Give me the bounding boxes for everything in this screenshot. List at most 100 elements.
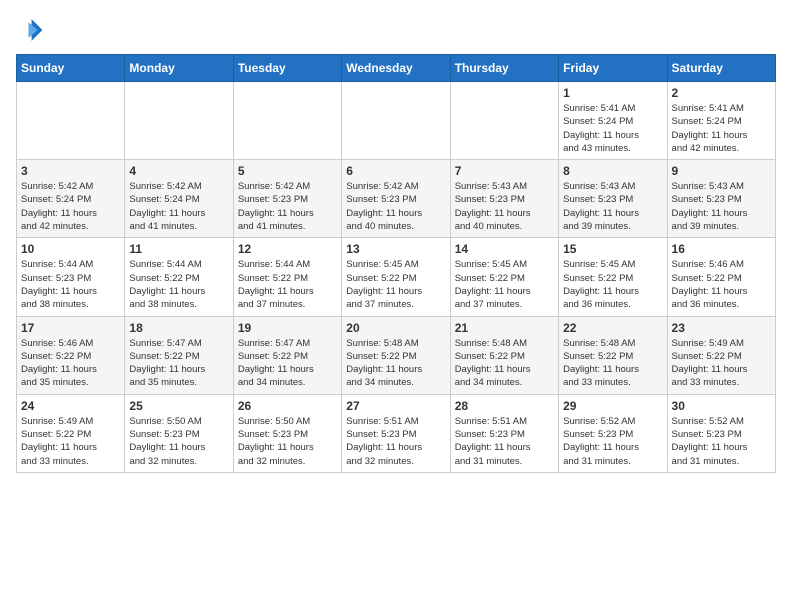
calendar-cell xyxy=(233,82,341,160)
day-info: Sunrise: 5:45 AM Sunset: 5:22 PM Dayligh… xyxy=(563,258,662,311)
day-info: Sunrise: 5:44 AM Sunset: 5:22 PM Dayligh… xyxy=(238,258,337,311)
calendar-cell: 25 Sunrise: 5:50 AM Sunset: 5:23 PM Dayli… xyxy=(125,394,233,472)
calendar-cell xyxy=(342,82,450,160)
day-number: 2 xyxy=(672,86,771,100)
day-number: 8 xyxy=(563,164,662,178)
weekday-header-saturday: Saturday xyxy=(667,55,775,82)
calendar-cell: 6 Sunrise: 5:42 AM Sunset: 5:23 PM Daylig… xyxy=(342,160,450,238)
calendar-cell: 5 Sunrise: 5:42 AM Sunset: 5:23 PM Daylig… xyxy=(233,160,341,238)
calendar-cell: 2Sunrise: 5:41 AM Sunset: 5:24 PM Daylig… xyxy=(667,82,775,160)
calendar-cell: 26 Sunrise: 5:50 AM Sunset: 5:23 PM Dayli… xyxy=(233,394,341,472)
calendar-cell: 23 Sunrise: 5:49 AM Sunset: 5:22 PM Dayli… xyxy=(667,316,775,394)
day-info: Sunrise: 5:51 AM Sunset: 5:23 PM Dayligh… xyxy=(346,415,445,468)
day-info: Sunrise: 5:52 AM Sunset: 5:23 PM Dayligh… xyxy=(672,415,771,468)
calendar-cell: 3 Sunrise: 5:42 AM Sunset: 5:24 PM Daylig… xyxy=(17,160,125,238)
calendar-cell: 19 Sunrise: 5:47 AM Sunset: 5:22 PM Dayli… xyxy=(233,316,341,394)
weekday-header-friday: Friday xyxy=(559,55,667,82)
day-info: Sunrise: 5:45 AM Sunset: 5:22 PM Dayligh… xyxy=(346,258,445,311)
day-number: 21 xyxy=(455,321,554,335)
calendar-cell: 21 Sunrise: 5:48 AM Sunset: 5:22 PM Dayli… xyxy=(450,316,558,394)
day-info: Sunrise: 5:47 AM Sunset: 5:22 PM Dayligh… xyxy=(238,337,337,390)
day-info: Sunrise: 5:49 AM Sunset: 5:22 PM Dayligh… xyxy=(21,415,120,468)
calendar-cell: 17 Sunrise: 5:46 AM Sunset: 5:22 PM Dayli… xyxy=(17,316,125,394)
day-number: 4 xyxy=(129,164,228,178)
calendar-header: SundayMondayTuesdayWednesdayThursdayFrid… xyxy=(17,55,776,82)
calendar-week-1: 1 Sunrise: 5:41 AM Sunset: 5:24 PM Daylig… xyxy=(17,82,776,160)
day-info: Sunrise: 5:45 AM Sunset: 5:22 PM Dayligh… xyxy=(455,258,554,311)
calendar-cell: 8 Sunrise: 5:43 AM Sunset: 5:23 PM Daylig… xyxy=(559,160,667,238)
day-number: 10 xyxy=(21,242,120,256)
day-info: Sunrise: 5:50 AM Sunset: 5:23 PM Dayligh… xyxy=(238,415,337,468)
weekday-header-sunday: Sunday xyxy=(17,55,125,82)
calendar-cell: 9Sunrise: 5:43 AM Sunset: 5:23 PM Daylig… xyxy=(667,160,775,238)
day-info: Sunrise: 5:44 AM Sunset: 5:22 PM Dayligh… xyxy=(129,258,228,311)
calendar-table: SundayMondayTuesdayWednesdayThursdayFrid… xyxy=(16,54,776,473)
day-info: Sunrise: 5:46 AM Sunset: 5:22 PM Dayligh… xyxy=(672,258,771,311)
day-number: 6 xyxy=(346,164,445,178)
calendar-cell: 18 Sunrise: 5:47 AM Sunset: 5:22 PM Dayli… xyxy=(125,316,233,394)
day-info: Sunrise: 5:43 AM Sunset: 5:23 PM Dayligh… xyxy=(563,180,662,233)
day-info: Sunrise: 5:43 AM Sunset: 5:23 PM Dayligh… xyxy=(455,180,554,233)
calendar-week-4: 17 Sunrise: 5:46 AM Sunset: 5:22 PM Dayli… xyxy=(17,316,776,394)
day-number: 24 xyxy=(21,399,120,413)
calendar-cell xyxy=(125,82,233,160)
day-number: 18 xyxy=(129,321,228,335)
calendar-week-2: 3 Sunrise: 5:42 AM Sunset: 5:24 PM Daylig… xyxy=(17,160,776,238)
calendar-cell: 22 Sunrise: 5:48 AM Sunset: 5:22 PM Dayli… xyxy=(559,316,667,394)
day-info: Sunrise: 5:51 AM Sunset: 5:23 PM Dayligh… xyxy=(455,415,554,468)
day-number: 27 xyxy=(346,399,445,413)
day-number: 23 xyxy=(672,321,771,335)
day-number: 3 xyxy=(21,164,120,178)
calendar-cell: 4 Sunrise: 5:42 AM Sunset: 5:24 PM Daylig… xyxy=(125,160,233,238)
day-info: Sunrise: 5:52 AM Sunset: 5:23 PM Dayligh… xyxy=(563,415,662,468)
calendar-cell: 24 Sunrise: 5:49 AM Sunset: 5:22 PM Dayli… xyxy=(17,394,125,472)
calendar-cell: 20Sunrise: 5:48 AM Sunset: 5:22 PM Dayli… xyxy=(342,316,450,394)
day-info: Sunrise: 5:42 AM Sunset: 5:23 PM Dayligh… xyxy=(346,180,445,233)
day-number: 17 xyxy=(21,321,120,335)
day-info: Sunrise: 5:48 AM Sunset: 5:22 PM Dayligh… xyxy=(346,337,445,390)
calendar-cell xyxy=(17,82,125,160)
day-number: 7 xyxy=(455,164,554,178)
day-number: 12 xyxy=(238,242,337,256)
day-number: 16 xyxy=(672,242,771,256)
day-info: Sunrise: 5:50 AM Sunset: 5:23 PM Dayligh… xyxy=(129,415,228,468)
day-info: Sunrise: 5:41 AM Sunset: 5:24 PM Dayligh… xyxy=(563,102,662,155)
day-info: Sunrise: 5:42 AM Sunset: 5:24 PM Dayligh… xyxy=(129,180,228,233)
logo-icon xyxy=(16,16,44,44)
calendar-week-3: 10 Sunrise: 5:44 AM Sunset: 5:23 PM Dayli… xyxy=(17,238,776,316)
day-number: 15 xyxy=(563,242,662,256)
day-number: 28 xyxy=(455,399,554,413)
day-number: 26 xyxy=(238,399,337,413)
calendar-cell xyxy=(450,82,558,160)
weekday-header-monday: Monday xyxy=(125,55,233,82)
logo xyxy=(16,16,48,44)
day-number: 1 xyxy=(563,86,662,100)
weekday-header-tuesday: Tuesday xyxy=(233,55,341,82)
day-number: 5 xyxy=(238,164,337,178)
calendar-cell: 11Sunrise: 5:44 AM Sunset: 5:22 PM Dayli… xyxy=(125,238,233,316)
day-number: 14 xyxy=(455,242,554,256)
calendar-cell: 13 Sunrise: 5:45 AM Sunset: 5:22 PM Dayli… xyxy=(342,238,450,316)
calendar-cell: 29 Sunrise: 5:52 AM Sunset: 5:23 PM Dayli… xyxy=(559,394,667,472)
calendar-cell: 7 Sunrise: 5:43 AM Sunset: 5:23 PM Daylig… xyxy=(450,160,558,238)
day-number: 9 xyxy=(672,164,771,178)
weekday-header-thursday: Thursday xyxy=(450,55,558,82)
day-info: Sunrise: 5:48 AM Sunset: 5:22 PM Dayligh… xyxy=(563,337,662,390)
day-number: 22 xyxy=(563,321,662,335)
calendar-cell: 12 Sunrise: 5:44 AM Sunset: 5:22 PM Dayli… xyxy=(233,238,341,316)
day-info: Sunrise: 5:42 AM Sunset: 5:24 PM Dayligh… xyxy=(21,180,120,233)
day-info: Sunrise: 5:42 AM Sunset: 5:23 PM Dayligh… xyxy=(238,180,337,233)
day-info: Sunrise: 5:49 AM Sunset: 5:22 PM Dayligh… xyxy=(672,337,771,390)
day-number: 13 xyxy=(346,242,445,256)
calendar-cell: 16 Sunrise: 5:46 AM Sunset: 5:22 PM Dayli… xyxy=(667,238,775,316)
day-info: Sunrise: 5:46 AM Sunset: 5:22 PM Dayligh… xyxy=(21,337,120,390)
day-number: 25 xyxy=(129,399,228,413)
day-number: 29 xyxy=(563,399,662,413)
day-number: 19 xyxy=(238,321,337,335)
day-info: Sunrise: 5:48 AM Sunset: 5:22 PM Dayligh… xyxy=(455,337,554,390)
weekday-header-row: SundayMondayTuesdayWednesdayThursdayFrid… xyxy=(17,55,776,82)
weekday-header-wednesday: Wednesday xyxy=(342,55,450,82)
day-info: Sunrise: 5:47 AM Sunset: 5:22 PM Dayligh… xyxy=(129,337,228,390)
day-number: 30 xyxy=(672,399,771,413)
day-info: Sunrise: 5:44 AM Sunset: 5:23 PM Dayligh… xyxy=(21,258,120,311)
